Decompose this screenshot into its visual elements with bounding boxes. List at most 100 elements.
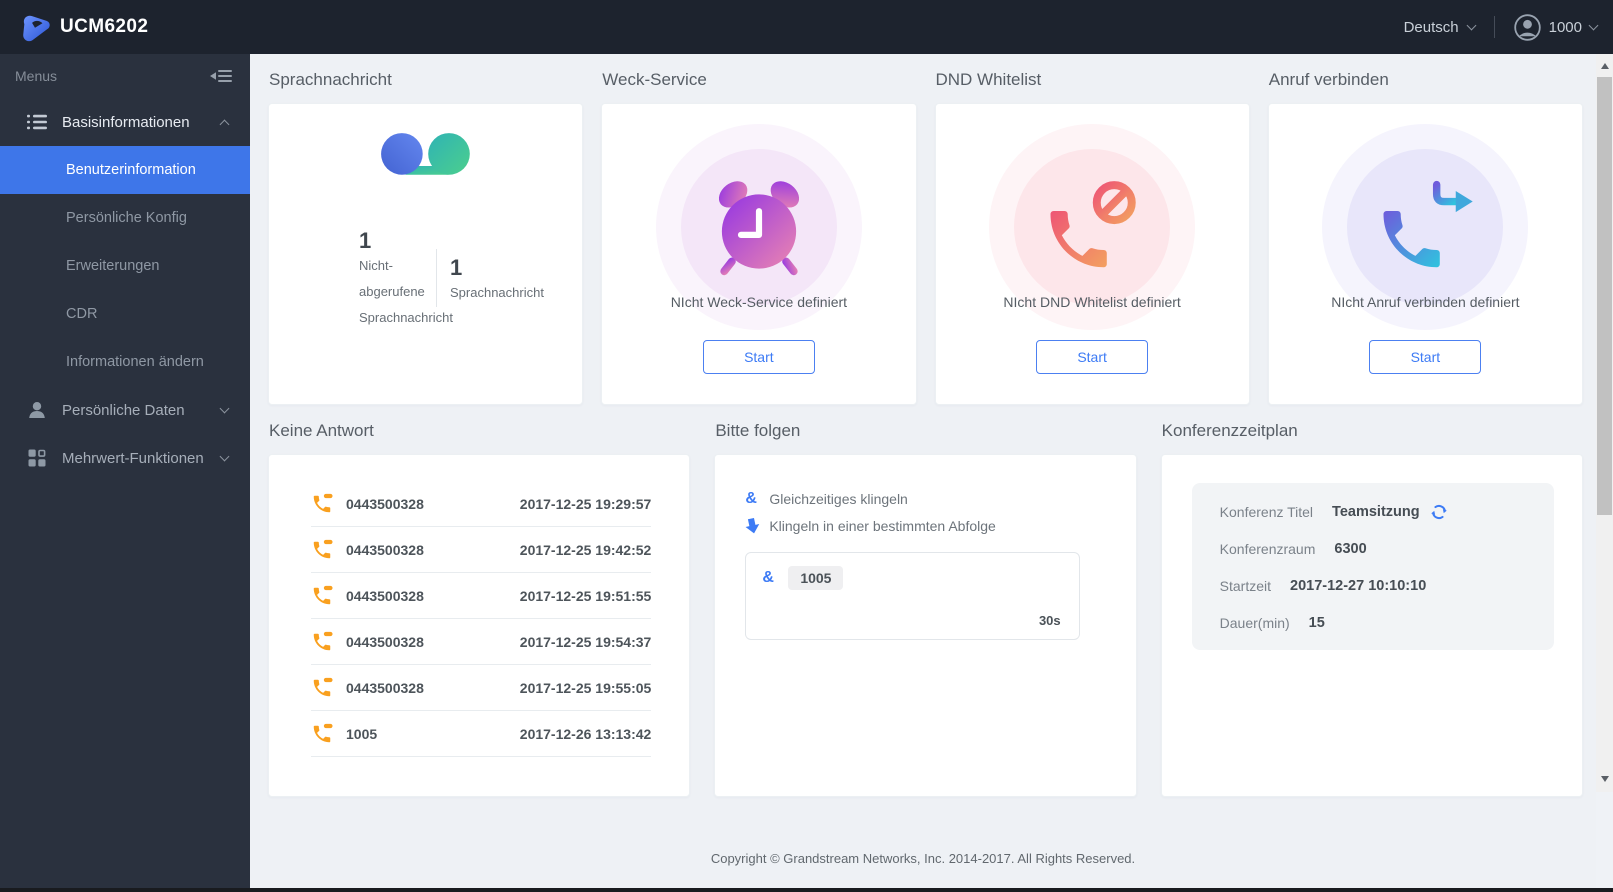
vertical-scrollbar [1596, 54, 1613, 792]
dnd-status-text: NIcht DND Whitelist definiert [1003, 294, 1181, 310]
menus-header: Menus [0, 54, 250, 98]
call-time: 2017-12-25 19:29:57 [519, 495, 652, 512]
header-divider [1493, 16, 1495, 38]
missed-call-list: 0443500328 2017-12-25 19:29:57 044350032… [269, 455, 689, 757]
call-time: 2017-12-25 19:42:52 [519, 541, 652, 558]
sidebar-item-persoenliche-konfig[interactable]: Persönliche Konfig [0, 194, 250, 242]
card-title-voicemail: Sprachnachricht [269, 70, 392, 89]
phone-forward-icon [1383, 180, 1474, 268]
call-transfer-start-button[interactable]: Start [1369, 340, 1482, 374]
chevron-down-icon [219, 403, 230, 413]
ampersand-symbol: & [745, 489, 757, 507]
conference-panel: Konferenz Titel Teamsitzung Konferenzrau… [1191, 483, 1554, 650]
card-title-conference: Konferenzzeitplan [1161, 421, 1298, 440]
missed-call-icon [313, 723, 333, 742]
phone-blocked-icon [1050, 181, 1136, 268]
chevron-down-icon [1466, 20, 1477, 30]
chevron-down-icon [1588, 20, 1599, 30]
grid-icon [27, 449, 47, 467]
sidebar-group-label: Persönliche Daten [62, 401, 185, 419]
alarm-clock-icon [718, 181, 799, 276]
scrollbar-up-arrow[interactable] [1596, 58, 1613, 74]
no-answer-card: 0443500328 2017-12-25 19:29:57 044350032… [268, 454, 691, 797]
sidebar-item-cdr[interactable]: CDR [0, 290, 250, 338]
conference-row-duration: Dauer(min) 15 [1220, 612, 1536, 634]
missed-call-row: 0443500328 2017-12-25 19:54:37 [311, 619, 652, 665]
legend-simultaneous: & Gleichzeitiges klingeln [745, 485, 1079, 512]
call-number: 0443500328 [346, 679, 424, 696]
grandstream-logo-icon [19, 12, 50, 43]
missed-call-icon [313, 539, 333, 558]
scrollbar-thumb[interactable] [1597, 77, 1612, 515]
ring-time-label: 30s [1038, 613, 1061, 628]
conference-row-start: Startzeit 2017-12-27 10:10:10 [1220, 575, 1536, 597]
call-number: 0443500328 [346, 587, 424, 604]
sidebar-item-erweiterungen[interactable]: Erweiterungen [0, 242, 250, 290]
sidebar-group-basisinformationen[interactable]: Basisinformationen [0, 98, 250, 146]
legend-sequential-label: Klingeln in einer bestimmten Abfolge [769, 517, 996, 534]
unread-voicemail-label: Nicht-abgerufene Sprachnachricht [359, 258, 453, 325]
bottom-edge-strip [0, 888, 1613, 892]
missed-call-icon [313, 677, 333, 696]
voicemail-icon [380, 132, 472, 183]
wakeup-status-text: NIcht Weck-Service definiert [670, 294, 848, 310]
dnd-start-button[interactable]: Start [1036, 340, 1149, 374]
field-value: 6300 [1334, 541, 1367, 557]
user-menu[interactable]: 1000 [1513, 13, 1599, 41]
sidebar-item-benutzerinformation[interactable]: Benutzerinformation [0, 146, 250, 194]
missed-call-row: 0443500328 2017-12-25 19:51:55 [311, 573, 652, 619]
field-value: Teamsitzung [1332, 504, 1420, 520]
member-number-chip: 1005 [788, 566, 844, 590]
field-value: 2017-12-27 10:10:10 [1290, 578, 1427, 594]
missed-call-row: 0443500328 2017-12-25 19:42:52 [311, 527, 652, 573]
total-voicemail-count: 1 [450, 255, 463, 280]
sidebar-group-label: Mehrwert-Funktionen [62, 449, 204, 467]
brand-title: UCM6202 [60, 16, 149, 37]
card-title-follow-me: Bitte folgen [715, 421, 801, 440]
chevron-up-icon [219, 119, 230, 129]
sidebar-group-persoenliche-daten[interactable]: Persönliche Daten [0, 386, 250, 434]
sidebar-item-informationen-aendern[interactable]: Informationen ändern [0, 338, 250, 386]
legend-sequential: Klingeln in einer bestimmten Abfolge [745, 512, 1079, 539]
sidebar-group-mehrwert-funktionen[interactable]: Mehrwert-Funktionen [0, 434, 250, 482]
call-transfer-status-text: NIcht Anruf verbinden definiert [1331, 294, 1520, 310]
wakeup-start-button[interactable]: Start [702, 340, 815, 374]
legend-simultaneous-label: Gleichzeitiges klingeln [769, 490, 908, 507]
call-time: 2017-12-25 19:51:55 [519, 587, 652, 604]
card-title-no-answer: Keine Antwort [269, 421, 374, 440]
card-title-dnd: DND Whitelist [935, 70, 1042, 89]
dnd-card: NIcht DND Whitelist definiert Start [934, 103, 1250, 405]
sidebar-group-label: Basisinformationen [62, 113, 190, 131]
call-number: 0443500328 [346, 495, 424, 512]
ampersand-symbol: & [762, 569, 774, 586]
conference-card: Konferenz Titel Teamsitzung Konferenzrau… [1160, 454, 1583, 797]
recurring-icon [1430, 503, 1448, 521]
sidebar-nav: Basisinformationen Benutzerinformation P… [0, 98, 250, 482]
card-title-wakeup: Weck-Service [602, 70, 707, 89]
voicemail-card: 1 Nicht-abgerufene Sprachnachricht 1 Spr… [268, 103, 584, 405]
call-time: 2017-12-25 19:55:05 [519, 679, 652, 696]
call-transfer-card: NIcht Anruf verbinden definiert Start [1267, 103, 1583, 405]
field-value: 15 [1308, 615, 1325, 631]
missed-call-row: 1005 2017-12-26 13:13:42 [311, 711, 652, 757]
menus-label: Menus [15, 68, 58, 84]
sidebar-collapse-icon[interactable] [210, 69, 232, 83]
person-icon [27, 401, 47, 419]
call-time: 2017-12-26 13:13:42 [519, 725, 652, 742]
follow-me-member-box: & 1005 30s [745, 552, 1080, 640]
stats-divider [436, 249, 437, 307]
field-label: Konferenz Titel [1219, 504, 1314, 520]
language-selector[interactable]: Deutsch [1404, 19, 1477, 36]
top-header: UCM6202 Deutsch 1000 [0, 0, 1613, 54]
voicemail-stats: 1 Nicht-abgerufene Sprachnachricht 1 Spr… [269, 229, 582, 331]
scrollbar-down-arrow[interactable] [1596, 771, 1613, 787]
field-label: Konferenzraum [1219, 541, 1316, 557]
card-title-call-transfer: Anruf verbinden [1268, 70, 1389, 89]
avatar [1513, 13, 1541, 41]
conference-row-title: Konferenz Titel Teamsitzung [1220, 501, 1536, 523]
missed-call-icon [313, 585, 333, 604]
missed-call-icon [313, 631, 333, 650]
call-number: 1005 [346, 725, 378, 742]
chevron-down-icon [219, 451, 230, 461]
arrow-down-icon [745, 517, 761, 534]
